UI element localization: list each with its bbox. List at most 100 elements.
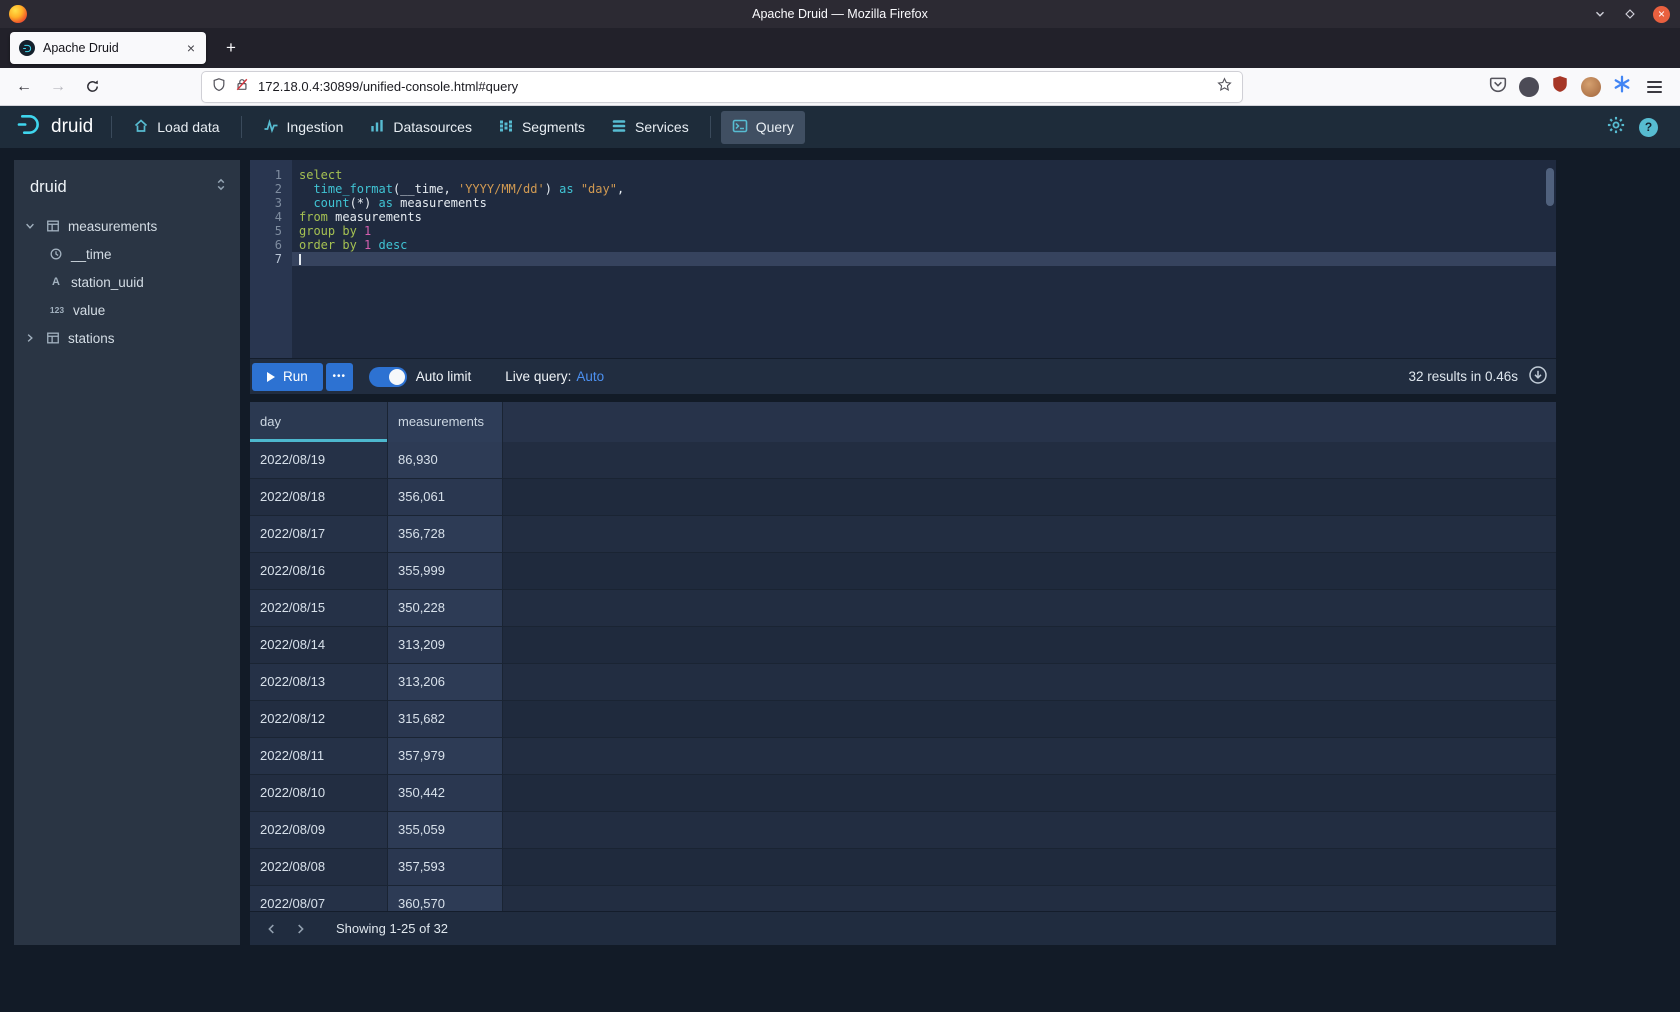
screen: Apache Druid — Mozilla Firefox × Apache … <box>0 0 1680 1012</box>
cell-day[interactable]: 2022/08/10 <box>250 775 388 812</box>
cell-day[interactable]: 2022/08/15 <box>250 590 388 627</box>
table-row: 2022/08/09355,059 <box>250 812 1556 849</box>
nav-datasources[interactable]: Datasources <box>358 111 483 144</box>
menu-hamburger-icon[interactable] <box>1643 77 1666 97</box>
editor-line[interactable]: select <box>292 168 1556 182</box>
help-icon[interactable]: ? <box>1639 118 1658 137</box>
url-bar[interactable]: 172.18.0.4:30899/unified-console.html#qu… <box>202 72 1242 102</box>
window-titlebar: Apache Druid — Mozilla Firefox × <box>0 0 1680 28</box>
tab-close-icon[interactable]: × <box>185 40 197 56</box>
window-minimize-icon[interactable] <box>1593 7 1607 21</box>
extension-icon-2[interactable] <box>1613 75 1631 98</box>
cell-day[interactable]: 2022/08/17 <box>250 516 388 553</box>
column-header-measurements[interactable]: measurements <box>388 402 503 442</box>
table-icon <box>45 219 61 233</box>
window-maximize-icon[interactable] <box>1623 7 1637 21</box>
line-number: 1 <box>250 168 292 182</box>
table-icon <box>45 331 61 345</box>
sql-editor[interactable]: 1 2 3 4 5 6 7 select time_format(__time,… <box>250 160 1556 358</box>
tree-item-stations[interactable]: stations <box>14 324 240 352</box>
download-icon[interactable] <box>1528 365 1548 388</box>
chevron-right-icon[interactable] <box>22 332 38 344</box>
prev-page-button[interactable] <box>258 915 286 943</box>
run-label: Run <box>283 369 308 384</box>
cell-day[interactable]: 2022/08/09 <box>250 812 388 849</box>
tree-item-time[interactable]: __time <box>14 240 240 268</box>
cell-day[interactable]: 2022/08/11 <box>250 738 388 775</box>
chevron-down-icon[interactable] <box>22 220 38 232</box>
cell-day[interactable]: 2022/08/08 <box>250 849 388 886</box>
editor-line[interactable]: order by 1 desc <box>292 238 1556 252</box>
ublock-icon[interactable] <box>1551 75 1569 98</box>
cell-measurements[interactable]: 357,979 <box>388 738 503 775</box>
tree-label: stations <box>68 331 115 346</box>
cell-measurements[interactable]: 313,206 <box>388 664 503 701</box>
next-page-button[interactable] <box>286 915 314 943</box>
lock-insecure-icon[interactable] <box>235 77 249 97</box>
cell-measurements[interactable]: 355,999 <box>388 553 503 590</box>
cell-measurements[interactable]: 355,059 <box>388 812 503 849</box>
cell-measurements[interactable]: 350,228 <box>388 590 503 627</box>
nav-query[interactable]: Query <box>721 111 805 144</box>
profile-avatar-icon[interactable] <box>1581 77 1601 97</box>
url-text[interactable]: 172.18.0.4:30899/unified-console.html#qu… <box>258 79 1208 94</box>
new-tab-button[interactable]: + <box>218 35 244 61</box>
browser-tab[interactable]: Apache Druid × <box>10 32 206 64</box>
table-row: 2022/08/17356,728 <box>250 516 1556 553</box>
table-row: 2022/08/07360,570 <box>250 886 1556 911</box>
nav-services[interactable]: Services <box>600 111 700 144</box>
run-button[interactable]: Run <box>252 363 323 391</box>
cell-measurements[interactable]: 350,442 <box>388 775 503 812</box>
editor-scrollbar[interactable] <box>1546 168 1554 206</box>
run-more-button[interactable]: ••• <box>326 363 353 391</box>
pocket-icon[interactable] <box>1489 75 1507 98</box>
sidebar-title: druid <box>30 178 214 197</box>
live-query-value[interactable]: Auto <box>576 369 604 384</box>
cell-filler <box>503 775 1556 812</box>
editor-line[interactable]: from measurements <box>292 210 1556 224</box>
editor-line[interactable]: group by 1 <box>292 224 1556 238</box>
tree-item-measurements[interactable]: measurements <box>14 212 240 240</box>
cell-measurements[interactable]: 313,209 <box>388 627 503 664</box>
window-close-button[interactable]: × <box>1653 6 1670 23</box>
cell-day[interactable]: 2022/08/13 <box>250 664 388 701</box>
cell-day[interactable]: 2022/08/18 <box>250 479 388 516</box>
nav-ingestion[interactable]: Ingestion <box>252 111 355 144</box>
nav-load-data[interactable]: Load data <box>122 111 230 144</box>
pagination-bar: Showing 1-25 of 32 <box>250 911 1556 945</box>
cell-day[interactable]: 2022/08/19 <box>250 442 388 479</box>
nav-label: Ingestion <box>287 119 344 135</box>
cell-measurements[interactable]: 357,593 <box>388 849 503 886</box>
cell-measurements[interactable]: 315,682 <box>388 701 503 738</box>
extension-icon-1[interactable] <box>1519 77 1539 97</box>
table-row: 2022/08/11357,979 <box>250 738 1556 775</box>
settings-gear-icon[interactable] <box>1607 116 1625 139</box>
back-button[interactable]: ← <box>10 73 38 101</box>
cell-measurements[interactable]: 356,061 <box>388 479 503 516</box>
brand-text: druid <box>51 116 93 138</box>
cell-day[interactable]: 2022/08/14 <box>250 627 388 664</box>
cell-day[interactable]: 2022/08/12 <box>250 701 388 738</box>
live-query-label: Live query: <box>505 369 571 384</box>
editor-gutter: 1 2 3 4 5 6 7 <box>250 160 292 358</box>
cell-measurements[interactable]: 356,728 <box>388 516 503 553</box>
editor-code-area[interactable]: select time_format(__time, 'YYYY/MM/dd')… <box>292 160 1556 358</box>
nav-segments[interactable]: Segments <box>487 111 596 144</box>
shield-icon[interactable] <box>212 77 226 97</box>
auto-limit-toggle[interactable] <box>369 367 407 387</box>
druid-favicon <box>19 40 35 56</box>
cell-measurements[interactable]: 360,570 <box>388 886 503 911</box>
cell-measurements[interactable]: 86,930 <box>388 442 503 479</box>
editor-line[interactable]: count(*) as measurements <box>292 196 1556 210</box>
tree-item-station-uuid[interactable]: A station_uuid <box>14 268 240 296</box>
druid-brand[interactable]: druid <box>12 113 101 141</box>
editor-line-active[interactable] <box>292 252 1556 266</box>
tree-item-value[interactable]: 123 value <box>14 296 240 324</box>
editor-line[interactable]: time_format(__time, 'YYYY/MM/dd') as "da… <box>292 182 1556 196</box>
bookmark-star-icon[interactable] <box>1217 77 1232 97</box>
cell-day[interactable]: 2022/08/16 <box>250 553 388 590</box>
reload-button[interactable] <box>78 73 106 101</box>
sort-double-caret-icon[interactable] <box>214 177 228 197</box>
column-header-day[interactable]: day <box>250 402 388 442</box>
cell-day[interactable]: 2022/08/07 <box>250 886 388 911</box>
